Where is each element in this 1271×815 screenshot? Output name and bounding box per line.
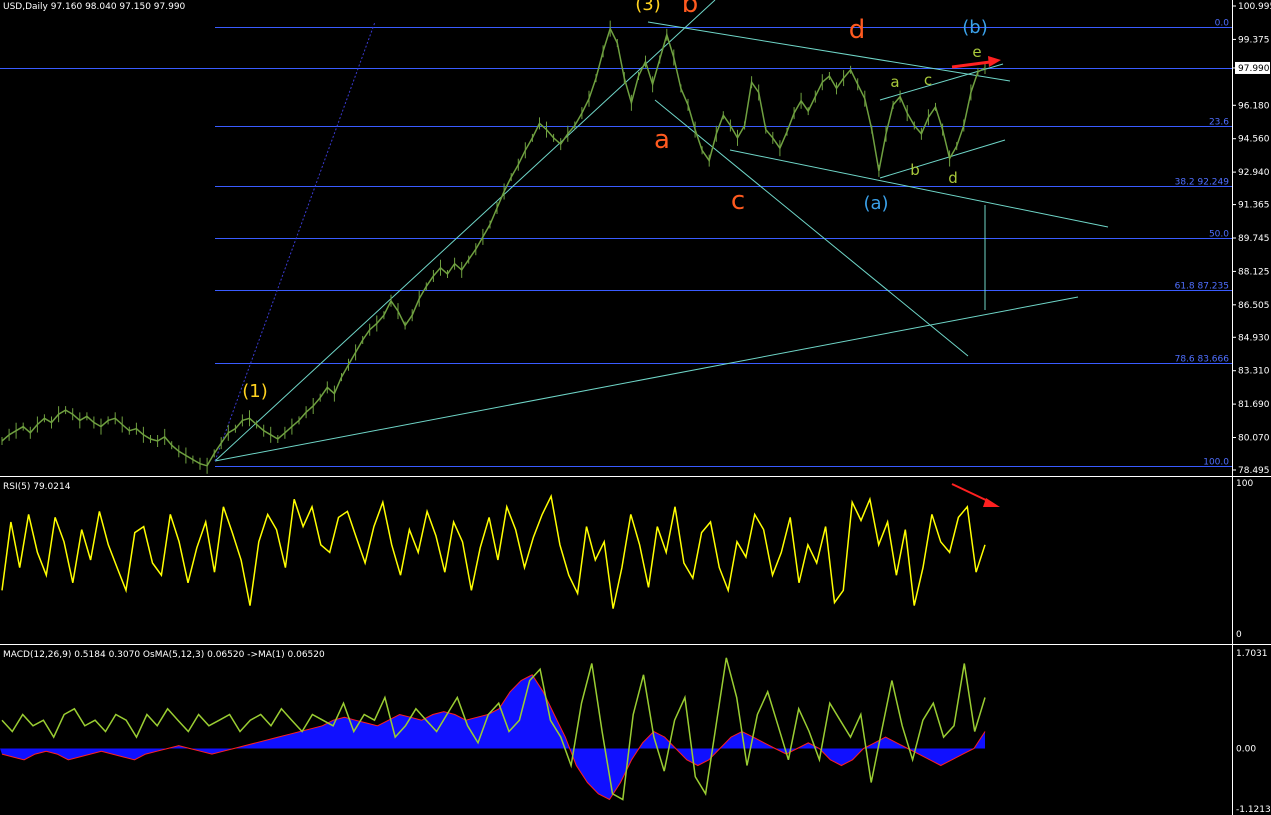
wave-label: d xyxy=(948,169,958,187)
wave-label: (a) xyxy=(863,193,888,214)
price-tick-label: 78.495 xyxy=(1238,466,1270,476)
fibonacci-levels: 0.0 23.6 38.2 92.249 50.0 61.8 87.235 78.6 83… xyxy=(0,19,1232,468)
trend-lines xyxy=(214,0,1109,462)
wave-label: e xyxy=(972,43,981,61)
price-tick-label: 80.070 xyxy=(1238,434,1270,444)
wave-label: (b) xyxy=(962,17,987,38)
wave-label: c xyxy=(731,186,745,216)
price-tick-label: 88.125 xyxy=(1238,267,1270,277)
fib-level-label: 38.2 92.249 xyxy=(1175,178,1230,188)
price-tick-label: 89.745 xyxy=(1238,234,1270,244)
wave-label: b xyxy=(682,0,699,19)
arrow-price-line xyxy=(951,60,991,69)
rsi-line xyxy=(1,493,986,609)
trend-line xyxy=(879,139,1006,179)
rsi-tick-label: 0 xyxy=(1236,630,1242,640)
price-tick-label: 84.930 xyxy=(1238,333,1270,343)
fib-level-label: 0.0 xyxy=(1215,19,1230,29)
fib-level-label: 100.0 xyxy=(1203,458,1229,468)
wave-label: a xyxy=(890,73,899,91)
price-tick-label: 86.505 xyxy=(1238,301,1270,311)
wave-label: (1) xyxy=(242,381,268,402)
arrows xyxy=(951,56,1001,507)
fib-level-label: 61.8 87.235 xyxy=(1175,282,1229,292)
price-tick-label: 99.375 xyxy=(1238,35,1270,45)
price-tick-label: 92.940 xyxy=(1238,168,1270,178)
macd-series: 1.7031 0.00 -1.1213 xyxy=(0,649,1271,815)
price-tick-label: 81.690 xyxy=(1238,400,1270,410)
wave-label: a xyxy=(654,125,670,155)
wave-label: (3) xyxy=(635,0,661,15)
rsi-series: 100 0 xyxy=(1,479,1253,640)
macd-tick-label: 1.7031 xyxy=(1236,649,1268,659)
macd-tick-label: 0.00 xyxy=(1236,744,1256,754)
wave-labels: (3) b d (b) e a c a c b d (a) (1) xyxy=(242,0,987,402)
fib-level-label: 50.0 xyxy=(1209,230,1229,240)
rsi-tick-label: 100 xyxy=(1236,479,1253,489)
trend-line xyxy=(214,0,716,462)
osma-histogram xyxy=(0,674,985,800)
wave-label: d xyxy=(849,15,866,45)
price-line xyxy=(1,26,986,467)
chart-canvas: USD,Daily 97.160 98.040 97.150 97.990 RS… xyxy=(0,0,1271,815)
price-tick-label: 91.365 xyxy=(1238,201,1270,211)
dotted-trend-line xyxy=(214,21,376,462)
symbol-info: USD,Daily 97.160 98.040 97.150 97.990 xyxy=(3,2,186,12)
price-axis: 100.995 99.375 97.990 96.180 94.560 92.940 91.… xyxy=(1232,2,1271,476)
current-price-label: 97.990 xyxy=(1238,64,1270,74)
arrow-rsi-line xyxy=(951,483,991,503)
panel-frames xyxy=(0,0,1271,815)
macd-info: MACD(12,26,9) 0.5184 0.3070 OsMA(5,12,3)… xyxy=(3,650,325,660)
price-tick-label: 96.180 xyxy=(1238,101,1270,111)
macd-tick-label: -1.1213 xyxy=(1236,805,1271,815)
price-tick-label: 94.560 xyxy=(1238,135,1270,145)
price-tick-label: 83.310 xyxy=(1238,367,1270,377)
wave-label: c xyxy=(924,71,932,89)
price-tick-label: 100.995 xyxy=(1238,2,1271,12)
rsi-info: RSI(5) 79.0214 xyxy=(3,482,71,492)
wave-label: b xyxy=(910,161,920,179)
fib-level-label: 23.6 xyxy=(1209,118,1229,128)
trend-line xyxy=(214,296,1079,462)
fib-level-label: 78.6 83.666 xyxy=(1175,355,1230,365)
price-series xyxy=(1,20,986,474)
